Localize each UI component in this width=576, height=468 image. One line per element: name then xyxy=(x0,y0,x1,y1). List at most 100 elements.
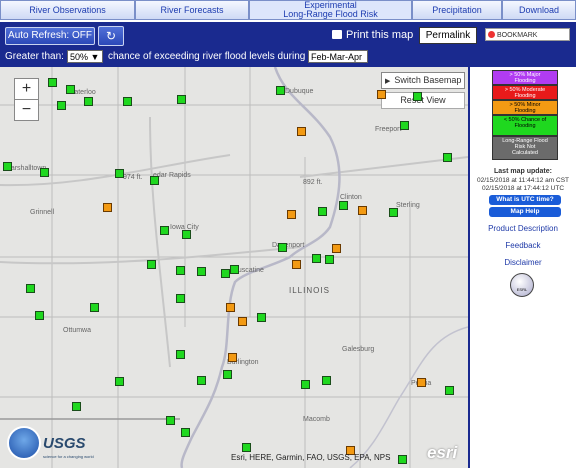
gauge-marker[interactable] xyxy=(230,265,239,274)
percent-select-value: 50% xyxy=(70,52,89,62)
tab-river-forecasts[interactable]: River Forecasts xyxy=(135,0,249,20)
gauge-marker[interactable] xyxy=(103,203,112,212)
usgs-tagline: science for a changing world xyxy=(43,454,94,459)
last-update-label: Last map update: xyxy=(494,168,552,175)
gauge-marker[interactable] xyxy=(339,201,348,210)
gauge-marker[interactable] xyxy=(176,294,185,303)
print-map-link[interactable]: Print this map xyxy=(332,28,413,42)
gauge-marker[interactable] xyxy=(257,313,266,322)
product-description-link[interactable]: Product Description xyxy=(470,224,576,233)
gauge-marker[interactable] xyxy=(123,97,132,106)
gauge-marker[interactable] xyxy=(176,266,185,275)
tab-precipitation[interactable]: Precipitation xyxy=(412,0,502,20)
gauge-marker[interactable] xyxy=(3,162,12,171)
gauge-marker[interactable] xyxy=(115,377,124,386)
legend-not-calculated: Long-Range Flood Risk Not Calculated xyxy=(492,136,558,160)
gauge-marker[interactable] xyxy=(417,378,426,387)
last-update-cst: 02/15/2018 at 11:44:12 am CST xyxy=(476,177,570,184)
gauge-marker[interactable] xyxy=(197,376,206,385)
permalink-button[interactable]: Permalink xyxy=(419,27,477,44)
gauge-marker[interactable] xyxy=(176,350,185,359)
gauge-marker[interactable] xyxy=(389,208,398,217)
gauge-marker[interactable] xyxy=(297,127,306,136)
auto-refresh-button[interactable]: Auto Refresh: OFF xyxy=(5,27,95,45)
season-select[interactable]: Feb-Mar-Apr ▼ xyxy=(308,50,368,75)
gauge-marker[interactable] xyxy=(377,90,386,99)
utc-info-button[interactable]: What is UTC time? xyxy=(489,195,561,205)
gauge-marker[interactable] xyxy=(221,269,230,278)
gauge-marker[interactable] xyxy=(35,311,44,320)
flood-risk-map[interactable]: + − ▶ Switch Basemap Reset View Waterloo … xyxy=(0,67,468,468)
legend-minor: > 50% Minor Flooding xyxy=(492,100,558,115)
gauge-marker[interactable] xyxy=(57,101,66,110)
gauge-marker[interactable] xyxy=(226,303,235,312)
gauge-marker[interactable] xyxy=(276,86,285,95)
play-icon: ▶ xyxy=(385,78,391,85)
gauge-marker[interactable] xyxy=(90,303,99,312)
gauge-marker[interactable] xyxy=(238,317,247,326)
feedback-link[interactable]: Feedback xyxy=(470,241,576,250)
usgs-logo: USGS xyxy=(43,435,86,452)
gauge-marker[interactable] xyxy=(115,169,124,178)
gauge-marker[interactable] xyxy=(228,353,237,362)
gauge-marker[interactable] xyxy=(182,230,191,239)
gauge-marker[interactable] xyxy=(177,95,186,104)
place-label: Galesburg xyxy=(342,346,375,353)
switch-basemap-label: Switch Basemap xyxy=(394,75,462,85)
gauge-marker[interactable] xyxy=(278,243,287,252)
state-label: ILLINOIS xyxy=(289,286,330,295)
gauge-marker[interactable] xyxy=(318,207,327,216)
refresh-icon[interactable]: ↻ xyxy=(98,26,124,46)
gauge-marker[interactable] xyxy=(322,376,331,385)
esrl-logo[interactable]: ESRL xyxy=(510,273,534,297)
gauge-marker[interactable] xyxy=(66,85,75,94)
map-attribution: Esri, HERE, Garmin, FAO, USGS, EPA, NPS xyxy=(231,453,391,462)
gauge-marker[interactable] xyxy=(445,386,454,395)
gauge-marker[interactable] xyxy=(147,260,156,269)
gauge-marker[interactable] xyxy=(292,260,301,269)
filter-middle-text: chance of exceeding river flood levels d… xyxy=(108,51,306,62)
gauge-marker[interactable] xyxy=(332,244,341,253)
gauge-marker[interactable] xyxy=(84,97,93,106)
gauge-marker[interactable] xyxy=(413,92,422,101)
gauge-marker[interactable] xyxy=(26,284,35,293)
gauge-marker[interactable] xyxy=(160,226,169,235)
legend-major: > 50% Major Flooding xyxy=(492,70,558,85)
place-label: Davenport xyxy=(272,242,305,249)
map-help-button[interactable]: Map Help xyxy=(489,207,561,217)
zoom-in-button[interactable]: + xyxy=(14,78,39,100)
bookmark-label: BOOKMARK xyxy=(497,32,538,39)
place-label: Macomb xyxy=(303,416,330,423)
place-label: 892 ft. xyxy=(303,179,323,186)
gauge-marker[interactable] xyxy=(301,380,310,389)
print-label: Print this map xyxy=(346,29,414,41)
switch-basemap-button[interactable]: ▶ Switch Basemap xyxy=(381,72,465,89)
gauge-marker[interactable] xyxy=(443,153,452,162)
gauge-marker[interactable] xyxy=(72,402,81,411)
bookmark-button[interactable]: BOOKMARK xyxy=(485,28,570,41)
share-icon xyxy=(488,31,495,38)
gauge-marker[interactable] xyxy=(150,176,159,185)
gauge-marker[interactable] xyxy=(223,370,232,379)
gauge-marker[interactable] xyxy=(242,443,251,452)
gauge-marker[interactable] xyxy=(197,267,206,276)
tab-long-range-flood-risk[interactable]: Experimental Long-Range Flood Risk xyxy=(249,0,412,20)
tab-download[interactable]: Download xyxy=(502,0,576,20)
gauge-marker[interactable] xyxy=(358,206,367,215)
gauge-marker[interactable] xyxy=(48,78,57,87)
gauge-marker[interactable] xyxy=(400,121,409,130)
gauge-marker[interactable] xyxy=(40,168,49,177)
tab-river-observations[interactable]: River Observations xyxy=(0,0,135,20)
gauge-marker[interactable] xyxy=(166,416,175,425)
disclaimer-link[interactable]: Disclaimer xyxy=(470,258,576,267)
gauge-marker[interactable] xyxy=(312,254,321,263)
gauge-marker[interactable] xyxy=(287,210,296,219)
zoom-out-button[interactable]: − xyxy=(14,99,39,121)
gauge-marker[interactable] xyxy=(181,428,190,437)
reset-view-button[interactable]: Reset View xyxy=(381,92,465,109)
percent-select[interactable]: 50% ▼ xyxy=(67,50,103,63)
gauge-marker[interactable] xyxy=(325,255,334,264)
filter-bar: Greater than: 50% ▼ chance of exceeding … xyxy=(0,47,576,75)
gauge-marker[interactable] xyxy=(398,455,407,464)
legend-below: < 50% Chance of Flooding xyxy=(492,115,558,136)
